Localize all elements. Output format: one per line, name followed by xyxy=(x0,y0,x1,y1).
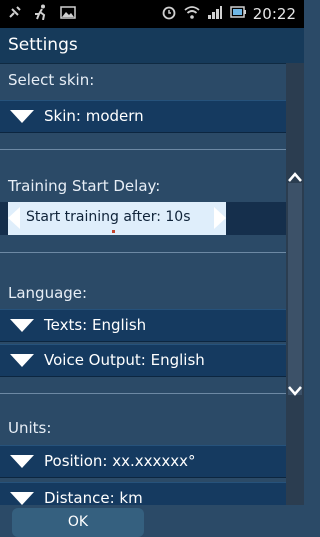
scroll-thumb[interactable] xyxy=(288,183,302,395)
status-time: 20:22 xyxy=(252,5,296,23)
position-unit-selector[interactable]: Position: xx.xxxxxx° xyxy=(0,445,286,478)
dropdown-triangle-icon xyxy=(10,492,34,505)
satellite-icon xyxy=(8,5,22,23)
dropdown-triangle-icon xyxy=(10,455,34,468)
settings-list[interactable]: Select skin: Skin: modern Training Start… xyxy=(0,63,286,505)
title-bar: Settings xyxy=(0,28,304,64)
scrollbar[interactable] xyxy=(286,63,304,505)
status-right-icons: 20:22 xyxy=(161,4,296,24)
distance-unit-label: Distance: km xyxy=(44,489,143,505)
section-label-skin: Select skin: xyxy=(8,71,95,89)
section-label-language: Language: xyxy=(8,284,88,302)
delay-stepper[interactable]: Start training after: 10s xyxy=(8,202,226,235)
wifi-icon xyxy=(184,4,200,24)
texts-language-label: Texts: English xyxy=(44,316,147,334)
dropdown-triangle-icon xyxy=(10,354,34,367)
separator xyxy=(0,252,286,253)
dropdown-triangle-icon xyxy=(10,110,34,123)
voice-language-label: Voice Output: English xyxy=(44,351,205,369)
alarm-icon xyxy=(161,4,177,24)
delay-row: Start training after: 10s xyxy=(0,202,286,235)
bottom-bar: OK xyxy=(0,505,304,537)
skin-selector[interactable]: Skin: modern xyxy=(0,100,286,133)
texts-language-selector[interactable]: Texts: English xyxy=(0,309,286,342)
section-label-delay: Training Start Delay: xyxy=(8,177,161,195)
scroll-down-arrow-icon[interactable] xyxy=(288,381,302,400)
position-unit-label: Position: xx.xxxxxx° xyxy=(44,452,196,470)
separator xyxy=(0,149,286,150)
delay-value: Start training after: 10s xyxy=(26,209,191,225)
section-label-units: Units: xyxy=(8,419,52,437)
signal-icon xyxy=(207,4,223,24)
increase-arrow-icon[interactable] xyxy=(214,207,226,229)
distance-unit-selector[interactable]: Distance: km xyxy=(0,482,286,505)
battery-icon xyxy=(230,6,246,22)
voice-language-selector[interactable]: Voice Output: English xyxy=(0,344,286,377)
image-icon xyxy=(60,5,76,23)
skin-label: Skin: modern xyxy=(44,107,144,125)
page-title: Settings xyxy=(8,35,78,55)
decrease-arrow-icon[interactable] xyxy=(8,207,20,229)
status-bar: 20:22 xyxy=(0,0,304,28)
ok-button[interactable]: OK xyxy=(12,508,144,537)
dropdown-triangle-icon xyxy=(10,319,34,332)
runner-icon xyxy=(34,4,48,24)
status-left-icons xyxy=(8,4,76,24)
separator xyxy=(0,393,286,394)
cursor-marker xyxy=(112,230,115,233)
